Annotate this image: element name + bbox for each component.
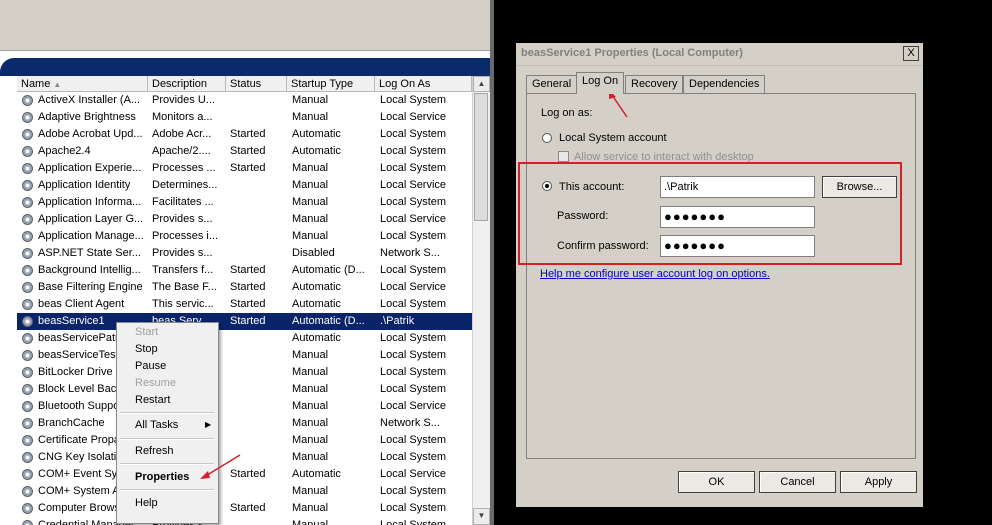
tab-log-on[interactable]: Log On	[576, 72, 625, 94]
annotation-arrow-log-on-tab	[609, 90, 628, 118]
